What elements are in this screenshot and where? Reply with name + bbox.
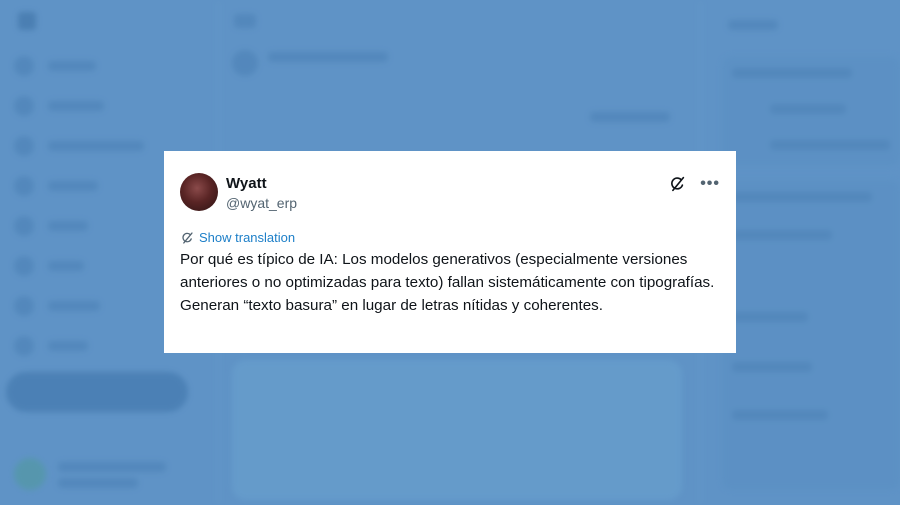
author-meta: Wyatt @wyat_erp xyxy=(226,173,297,213)
translate-icon xyxy=(180,231,194,245)
background-nav-item xyxy=(14,296,100,316)
translation-row: Show translation xyxy=(180,230,720,245)
show-translation-link[interactable]: Show translation xyxy=(199,230,295,245)
tweet-actions: ••• xyxy=(668,175,720,193)
background-post-button xyxy=(6,372,188,412)
background-nav-item xyxy=(14,336,88,356)
tweet-header: Wyatt @wyat_erp ••• xyxy=(180,173,720,213)
background-nav-item xyxy=(14,136,144,156)
background-nav-item xyxy=(14,96,104,116)
author-avatar[interactable] xyxy=(180,173,218,211)
background-nav-item xyxy=(14,56,96,76)
tweet-text: Por qué es típico de IA: Los modelos gen… xyxy=(180,251,715,314)
grok-icon[interactable] xyxy=(668,175,686,193)
tweet-card[interactable]: Wyatt @wyat_erp ••• Show translation Por… xyxy=(164,151,736,353)
author-name[interactable]: Wyatt xyxy=(226,175,297,193)
more-icon[interactable]: ••• xyxy=(700,176,720,192)
background-image xyxy=(232,360,682,500)
background-logo xyxy=(18,12,36,30)
background-account-avatar xyxy=(14,458,46,490)
background-nav-item xyxy=(14,176,98,196)
background-nav-item xyxy=(14,216,88,236)
background-nav-item xyxy=(14,256,84,276)
author-handle[interactable]: @wyat_erp xyxy=(226,193,297,213)
